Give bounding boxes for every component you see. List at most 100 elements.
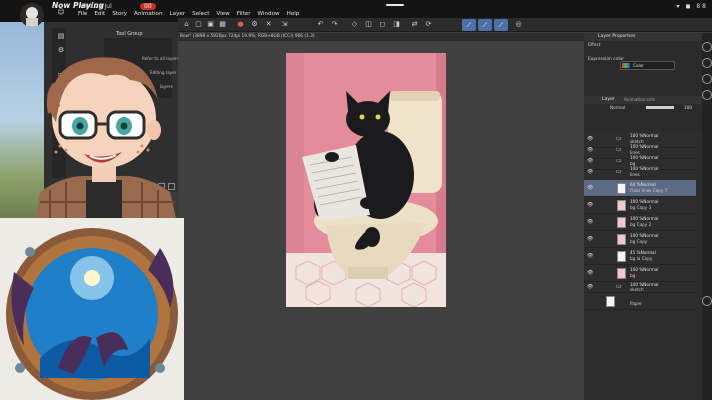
layer-row-blend: 100 %Normal — [630, 144, 659, 149]
visibility-eye-icon[interactable]: 👁 — [587, 169, 593, 175]
redo-icon[interactable]: ↷ — [330, 20, 339, 29]
layer-thumbnail — [617, 251, 626, 262]
layer-row-name: lines — [630, 172, 640, 177]
menu-file[interactable]: File — [78, 11, 87, 21]
view-icon[interactable]: ◎ — [514, 20, 523, 29]
undo-icon[interactable]: ↶ — [316, 20, 325, 29]
layer-row-name: bg la Copy — [630, 256, 653, 261]
ruler-snap-icon[interactable]: ⟋ — [462, 19, 476, 31]
layer-thumbnail — [617, 217, 626, 228]
settings-tool-icon[interactable]: ⚙ — [250, 20, 259, 29]
visibility-eye-icon[interactable]: 👁 — [587, 270, 593, 276]
document-tab[interactable]: Bow* (3898 x 5920px 72dpi 19.9%, RGB+8GB… — [178, 33, 584, 41]
layer-panel-tabs: Layer Animation cels — [584, 96, 702, 104]
streamer-avatar-character — [30, 42, 180, 218]
folder-icon: ▭ — [616, 157, 622, 164]
side-tool-icon[interactable] — [702, 74, 712, 84]
layers-panel-icon[interactable]: ▤ — [57, 32, 65, 40]
layer-list: 👁 ▭ 100 %Normal sketch 👁 ▭ 100 %Normal l… — [584, 131, 702, 400]
layer-row[interactable]: 👁 100 %Normal bg Copy 2 — [584, 214, 696, 231]
layer-row-paper[interactable]: Paper — [584, 293, 696, 310]
expression-color-value: Color — [633, 63, 644, 68]
layer-row[interactable]: 👁 45 %Normal bg la Copy — [584, 248, 696, 265]
layer-thumbnail — [617, 234, 626, 245]
side-tool-icon[interactable] — [702, 58, 712, 68]
visibility-eye-icon[interactable]: 👁 — [587, 284, 593, 290]
profile-icon[interactable]: ☺ — [57, 8, 65, 16]
command-bar: ⌂ ▢ ▣ ▦ ● ⚙ ✕ ⇲ ↶ ↷ ◇ ◫ ◻ ◨ ⇄ ⟳ ⟋ ⟋ ⟋ ◎ — [178, 18, 712, 32]
cat-on-toilet-artwork — [286, 53, 446, 307]
animation-cels-tab[interactable]: Animation cels — [624, 97, 655, 102]
layer-row[interactable]: 👁 100 %Normal bg Copy 3 — [584, 197, 696, 214]
blend-mode-select[interactable]: Normal — [610, 105, 625, 110]
layer-row-blend: 100 %Normal — [630, 166, 659, 171]
layer-row[interactable]: 👁 ▭ 100 %Normal lines — [584, 164, 696, 181]
right-icon-strip — [702, 33, 712, 400]
layer-row-blend: 100 %Normal — [630, 216, 659, 221]
visibility-eye-icon[interactable]: 👁 — [587, 253, 593, 259]
folder-icon: ▭ — [616, 146, 622, 153]
layer-row-blend: 64 %Normal — [630, 182, 656, 187]
visibility-eye-icon[interactable]: 👁 — [587, 219, 593, 225]
opacity-value: 100 — [684, 105, 692, 110]
menu-edit[interactable]: Edit — [94, 11, 105, 21]
artwork-canvas[interactable] — [286, 53, 446, 307]
layer-properties-title: Layer Properties — [598, 34, 636, 39]
layer-row-blend: 100 %Normal — [630, 199, 659, 204]
side-tool-icon[interactable] — [702, 42, 712, 52]
layer-row-blend: 100 %Normal — [630, 155, 659, 160]
open-file-icon[interactable]: ▣ — [206, 20, 215, 29]
fill-icon[interactable]: ◇ — [350, 20, 359, 29]
record-icon[interactable]: ● — [236, 20, 245, 29]
layer-row-name: Paper — [630, 301, 642, 306]
visibility-eye-icon[interactable]: 👁 — [587, 236, 593, 242]
select-all-icon[interactable]: ◫ — [364, 20, 373, 29]
paper-thumbnail — [606, 296, 615, 307]
layer-row[interactable]: 👁 100 %Normal bg Copy — [584, 231, 696, 248]
menu-animation[interactable]: Animation — [134, 11, 163, 21]
folder-icon: ▭ — [616, 135, 622, 142]
subtool-title-text: Tool Group — [116, 31, 143, 37]
layer-thumbnail — [617, 200, 626, 211]
special-ruler-snap-icon[interactable]: ⟋ — [478, 19, 492, 31]
home-icon[interactable]: ⌂ — [182, 20, 191, 29]
layer-row-name: bg Copy 3 — [630, 205, 652, 210]
layer-row-name: Floor lines Copy 7 — [630, 188, 668, 193]
new-file-icon[interactable]: ▢ — [194, 20, 203, 29]
deselect-icon[interactable]: ◻ — [378, 20, 387, 29]
window-handle[interactable] — [386, 4, 404, 6]
folder-icon: ▭ — [616, 283, 622, 290]
save-icon[interactable]: ▦ — [218, 20, 227, 29]
layer-row[interactable]: 👁 100 %Normal bg — [584, 265, 696, 282]
folder-icon: ▭ — [616, 168, 622, 175]
rotate-icon[interactable]: ⟳ — [424, 20, 433, 29]
grid-snap-icon[interactable]: ⟋ — [494, 19, 508, 31]
visibility-eye-icon[interactable]: 👁 — [587, 185, 593, 191]
flip-icon[interactable]: ⇄ — [410, 20, 419, 29]
transform-icon[interactable]: ⇲ — [280, 20, 289, 29]
screen: ▾ ◼ 88 Now Playing Wed 29 Jul 00 ☺ ▤ ⚙ ▭… — [0, 0, 712, 400]
invert-icon[interactable]: ◨ — [392, 20, 401, 29]
clear-icon[interactable]: ✕ — [264, 20, 273, 29]
layer-row-blend: 100 %Normal — [630, 133, 659, 138]
opacity-slider[interactable] — [646, 106, 674, 109]
layer-row-name: bg — [630, 273, 636, 278]
layer-row-name: sketch — [630, 287, 644, 292]
menu-story[interactable]: Story — [112, 11, 127, 21]
layer-tab[interactable]: Layer — [602, 97, 615, 102]
subtool-title: Tool Group — [78, 30, 174, 38]
visibility-eye-icon[interactable]: 👁 — [587, 202, 593, 208]
now-playing-avatar — [20, 3, 44, 27]
layer-thumbnail — [617, 268, 626, 279]
time-badge: 00 — [140, 3, 156, 10]
layer-row-blend: 45 %Normal — [630, 250, 656, 255]
layer-row-blend: 100 %Normal — [630, 267, 659, 272]
layer-row-name: bg Copy — [630, 239, 648, 244]
layer-thumbnail — [617, 183, 626, 194]
side-tool-icon[interactable] — [702, 296, 712, 306]
layer-properties-header: Layer Properties — [584, 33, 712, 41]
layer-row[interactable]: 👁 ▭ 100 %Normal sketch — [584, 282, 696, 293]
layer-row-selected[interactable]: 👁 64 %Normal Floor lines Copy 7 — [584, 180, 696, 197]
blend-mode-row: Normal 100 — [584, 104, 702, 112]
side-tool-icon[interactable] — [702, 90, 712, 100]
